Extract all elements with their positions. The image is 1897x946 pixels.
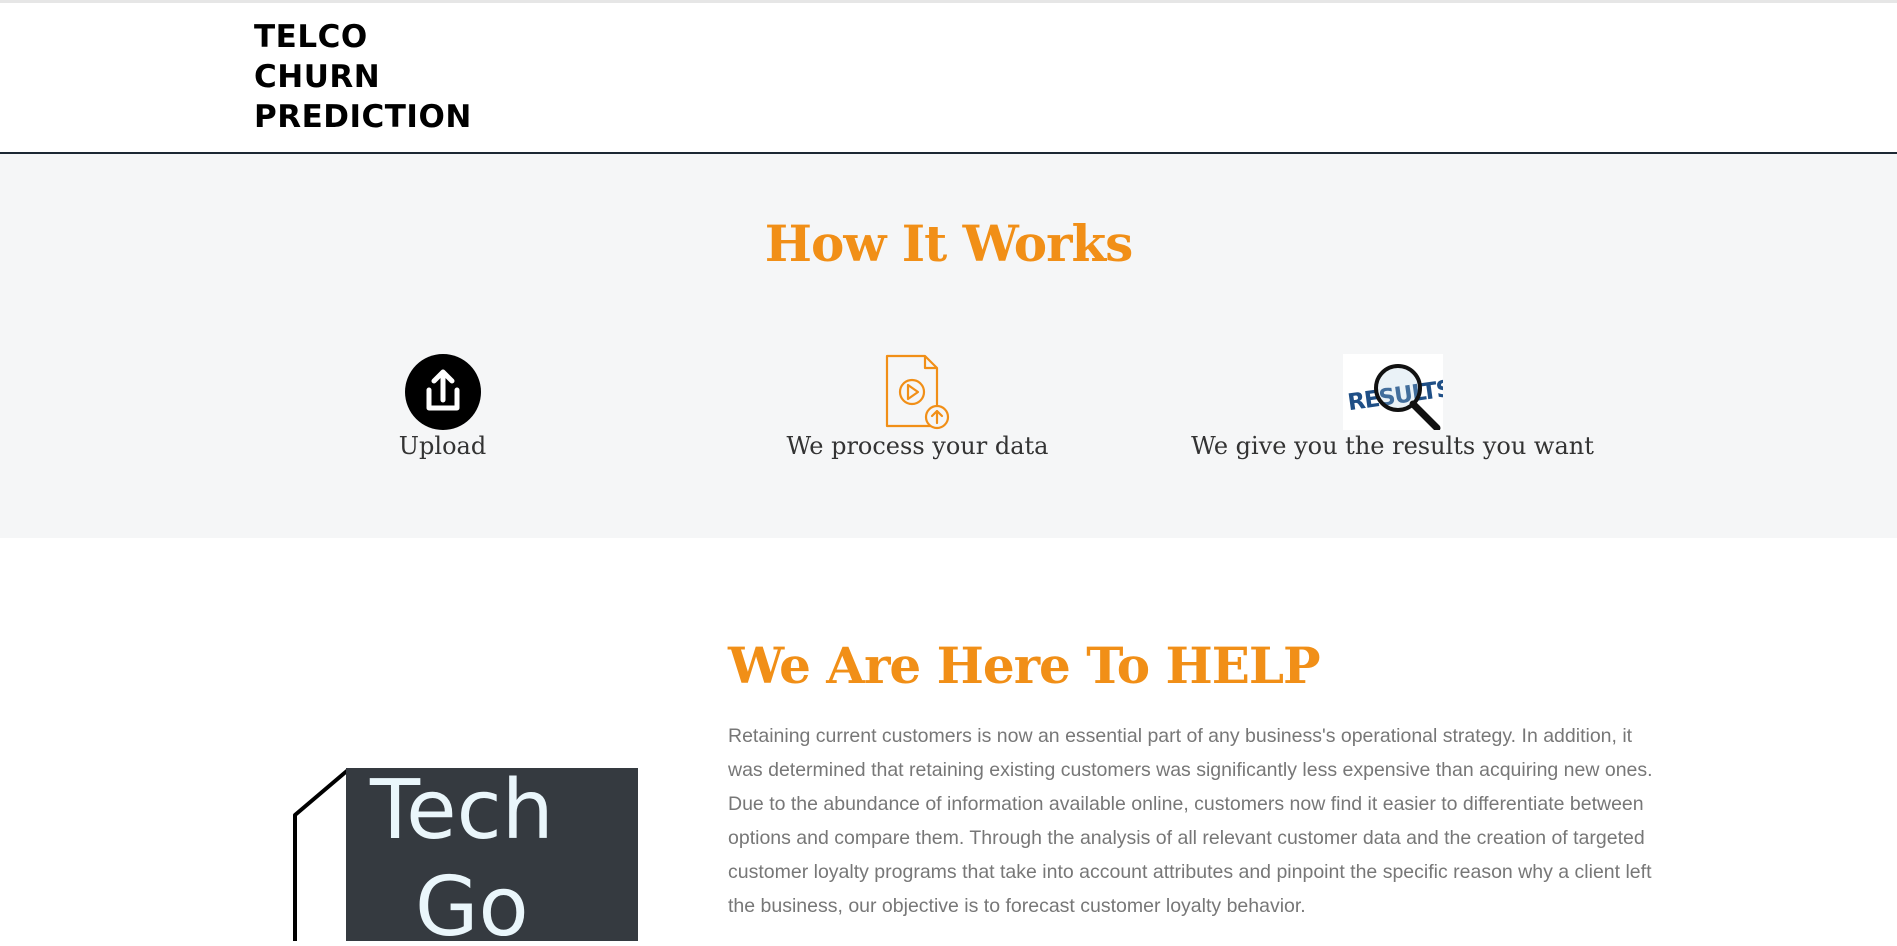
brand-logo-text[interactable]: TELCO CHURN PREDICTION (254, 17, 472, 137)
brand-line-3: PREDICTION (254, 99, 472, 135)
logo-line-1: Tech (369, 765, 554, 858)
file-process-icon (885, 354, 949, 430)
step-results: RESULTS We give you the results you want (1185, 354, 1600, 460)
step-results-label: We give you the results you want (1191, 432, 1594, 460)
step-process-label: We process your data (786, 432, 1049, 460)
step-process: We process your data (775, 354, 1060, 460)
step-upload: Upload (355, 354, 530, 460)
techgo-logo-graphic: Tech Go (293, 763, 638, 946)
how-it-works-title: How It Works (764, 214, 1134, 273)
brand-line-1: TELCO (254, 19, 368, 55)
step-upload-label: Upload (398, 432, 487, 460)
help-title: We Are Here To HELP (728, 636, 1321, 695)
techgo-logo: Tech Go (290, 763, 640, 946)
upload-icon (404, 354, 481, 430)
site-header: TELCO CHURN PREDICTION (0, 3, 1897, 154)
logo-line-2: Go (415, 860, 529, 941)
how-it-works-section: How It Works Upload We process your data… (0, 154, 1897, 538)
results-magnifier-icon: RESULTS (1342, 354, 1443, 430)
help-description: Retaining current customers is now an es… (728, 725, 1653, 917)
brand-line-2: CHURN (254, 59, 381, 95)
